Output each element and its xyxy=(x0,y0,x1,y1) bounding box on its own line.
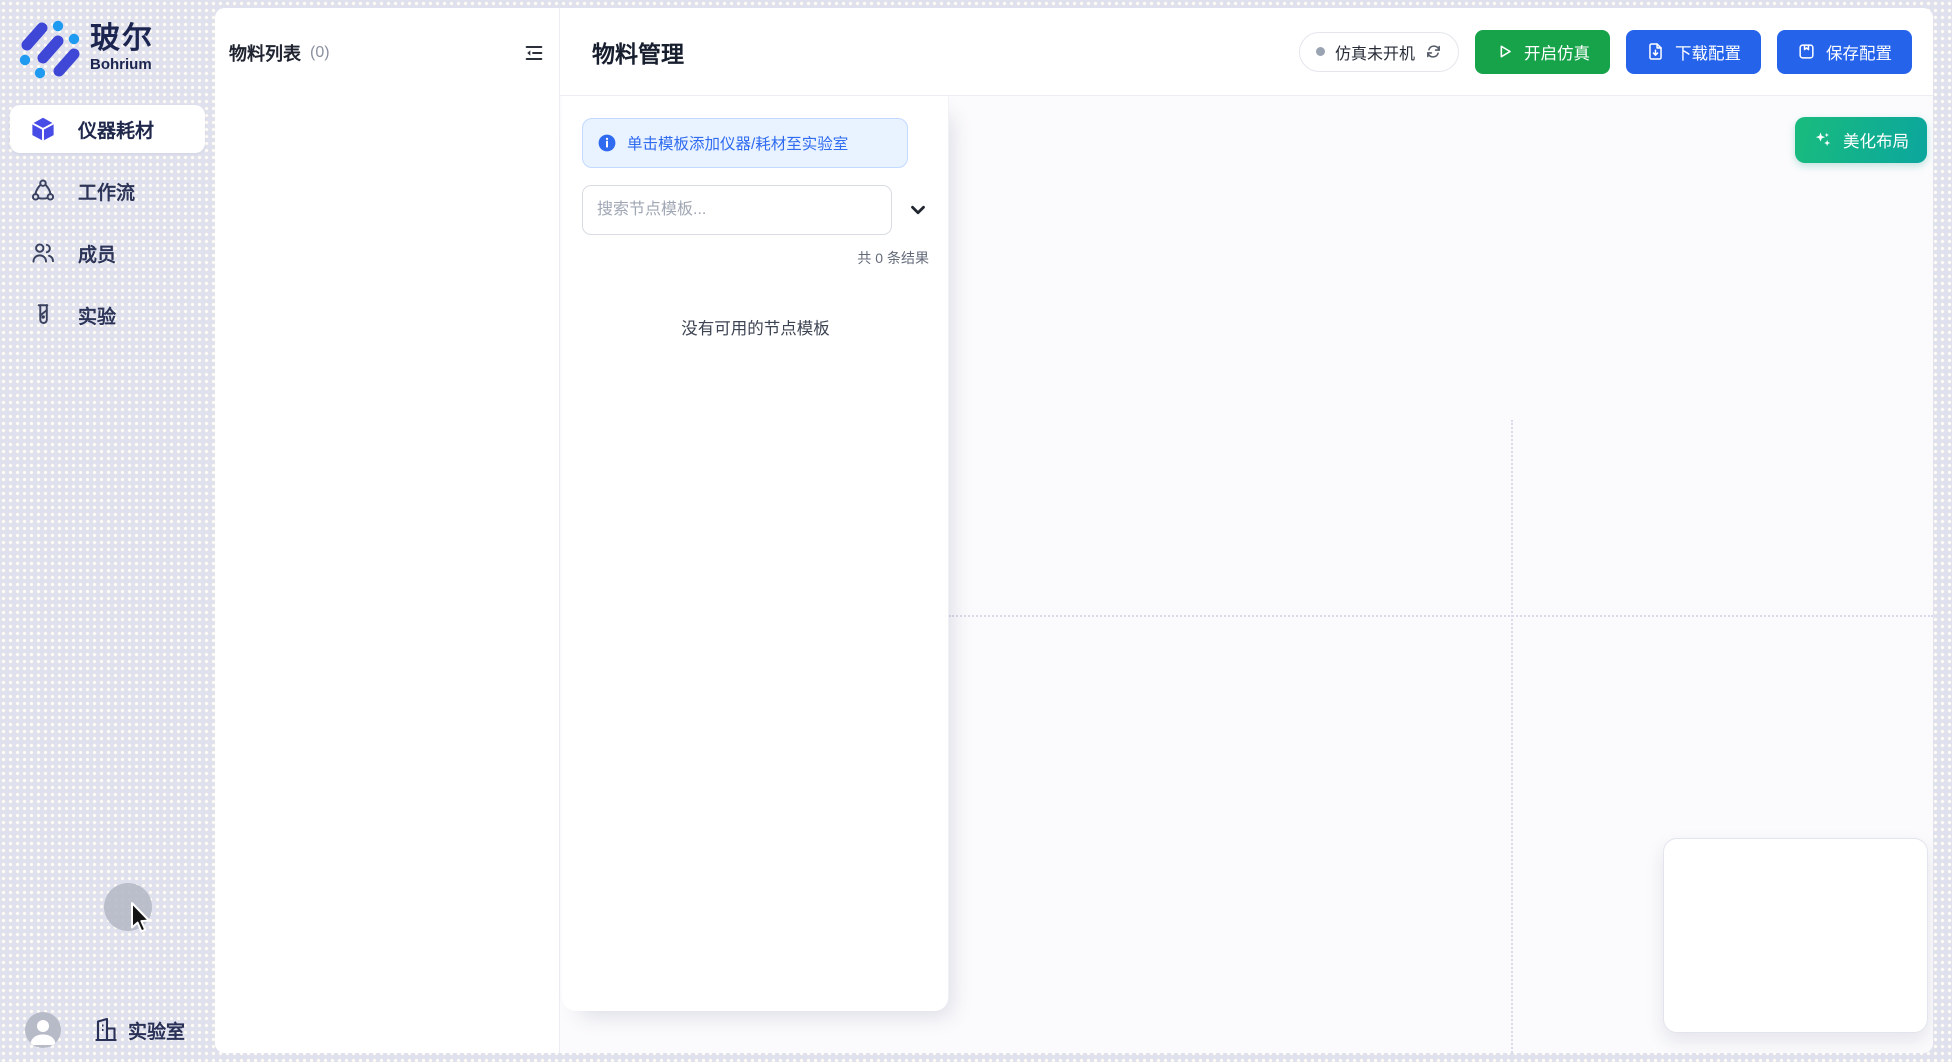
avatar-person-icon xyxy=(25,1012,61,1048)
beautify-layout-label: 美化布局 xyxy=(1843,128,1909,152)
brand-name: 玻尔 xyxy=(90,23,154,55)
info-icon xyxy=(598,134,616,152)
sidebar-item-experiments[interactable]: 实验 xyxy=(10,291,205,339)
lab-label: 实验室 xyxy=(128,1017,185,1044)
template-search-input[interactable] xyxy=(582,185,892,235)
sidebar-footer: 实验室 xyxy=(25,1012,185,1048)
download-config-button[interactable]: 下载配置 xyxy=(1626,30,1761,74)
refresh-icon[interactable] xyxy=(1425,43,1442,60)
sidebar-item-label: 仪器耗材 xyxy=(78,116,154,143)
brand-logo: 玻尔 Bohrium xyxy=(16,16,154,80)
sparkles-icon xyxy=(1813,130,1833,150)
node-template-panel: 单击模板添加仪器/耗材至实验室 共 0 条结果 没有可用的节点模板 xyxy=(562,96,949,1011)
page-header: 物料管理 仿真未开机 开启仿真 xyxy=(560,8,1933,96)
info-banner: 单击模板添加仪器/耗材至实验室 xyxy=(582,118,908,168)
header-controls: 仿真未开机 开启仿真 xyxy=(1299,30,1912,74)
canvas-guide-horizontal xyxy=(949,615,1933,617)
sidebar-item-label: 实验 xyxy=(78,302,116,329)
simulation-status-badge: 仿真未开机 xyxy=(1299,32,1459,72)
materials-list-title: 物料列表 xyxy=(229,40,301,66)
minimap[interactable] xyxy=(1663,838,1928,1033)
mouse-cursor-icon xyxy=(126,901,158,937)
sidebar-item-label: 成员 xyxy=(78,240,116,267)
user-avatar[interactable] xyxy=(25,1012,61,1048)
template-search-row xyxy=(582,185,929,235)
start-simulation-label: 开启仿真 xyxy=(1524,40,1590,64)
sidebar-item-instruments[interactable]: 仪器耗材 xyxy=(10,105,205,153)
play-icon xyxy=(1495,42,1514,61)
chevron-down-icon[interactable] xyxy=(907,199,929,221)
status-label: 仿真未开机 xyxy=(1335,40,1415,64)
materials-list-count: (0) xyxy=(310,44,330,62)
bohrium-logo-icon xyxy=(16,16,80,80)
download-config-label: 下载配置 xyxy=(1675,40,1741,64)
save-icon xyxy=(1797,42,1816,61)
materials-list-panel: 物料列表 (0) xyxy=(215,8,560,1053)
main-container: 物料列表 (0) 物料管理 仿真未开机 xyxy=(215,8,1933,1053)
page-title: 物料管理 xyxy=(592,35,684,69)
empty-template-message: 没有可用的节点模板 xyxy=(582,315,929,339)
canvas-guide-vertical xyxy=(1511,420,1513,1053)
status-dot-icon xyxy=(1316,47,1325,56)
result-count: 共 0 条结果 xyxy=(582,248,929,268)
save-config-button[interactable]: 保存配置 xyxy=(1777,30,1912,74)
save-config-label: 保存配置 xyxy=(1826,40,1892,64)
sidebar-item-members[interactable]: 成员 xyxy=(10,229,205,277)
sidebar-item-label: 工作流 xyxy=(78,178,135,205)
brand-subtitle: Bohrium xyxy=(90,56,154,73)
lab-link[interactable]: 实验室 xyxy=(93,1016,185,1044)
collapse-panel-icon[interactable] xyxy=(523,42,545,64)
main-section: 物料管理 仿真未开机 开启仿真 xyxy=(560,8,1933,1053)
start-simulation-button[interactable]: 开启仿真 xyxy=(1475,30,1610,74)
materials-list-header: 物料列表 (0) xyxy=(215,8,559,66)
workflow-icon xyxy=(30,178,56,204)
cube-icon xyxy=(30,116,56,142)
building-icon xyxy=(93,1016,119,1044)
users-icon xyxy=(30,240,56,266)
info-banner-text: 单击模板添加仪器/耗材至实验室 xyxy=(627,132,848,154)
beautify-layout-button[interactable]: 美化布局 xyxy=(1795,117,1927,163)
sidebar-nav: 仪器耗材 工作流 成员 xyxy=(10,105,205,339)
test-tube-icon xyxy=(30,302,56,328)
file-download-icon xyxy=(1646,42,1665,61)
canvas[interactable]: 单击模板添加仪器/耗材至实验室 共 0 条结果 没有可用的节点模板 美 xyxy=(560,96,1933,1053)
sidebar-item-workflow[interactable]: 工作流 xyxy=(10,167,205,215)
